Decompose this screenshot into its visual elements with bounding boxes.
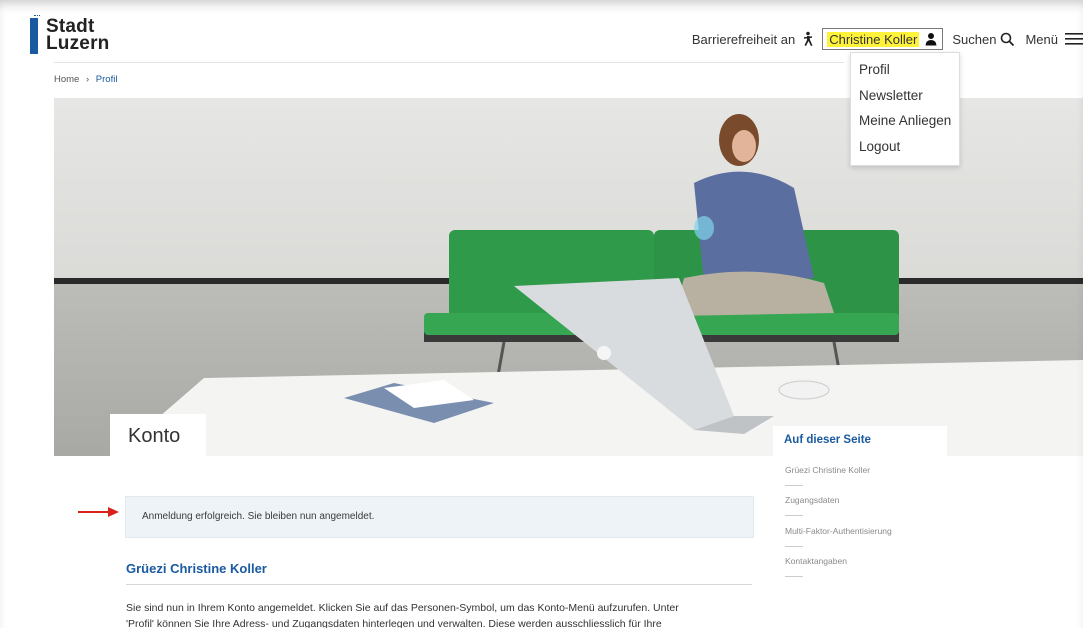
site-logo[interactable]: Stadt Luzern xyxy=(30,15,110,54)
user-menu-dropdown: Profil Newsletter Meine Anliegen Logout xyxy=(850,52,960,166)
on-this-page-separator xyxy=(785,515,803,516)
on-this-page-link-kontakt[interactable]: Kontaktangaben xyxy=(785,556,847,566)
user-name: Christine Koller xyxy=(827,31,920,47)
accessibility-toggle[interactable]: Barrierefreiheit an xyxy=(692,31,816,47)
on-this-page-separator xyxy=(785,576,803,577)
user-menu-item-newsletter[interactable]: Newsletter xyxy=(859,88,923,103)
breadcrumb-current[interactable]: Profil xyxy=(96,74,118,85)
greeting-heading: Grüezi Christine Koller xyxy=(126,561,267,576)
on-this-page-link-zugangsdaten[interactable]: Zugangsdaten xyxy=(785,495,839,505)
page-title: Konto xyxy=(128,425,181,447)
on-this-page-separator xyxy=(785,546,803,547)
on-this-page-separator xyxy=(785,485,803,486)
accessibility-label: Barrierefreiheit an xyxy=(691,31,796,47)
on-this-page-link-greeting[interactable]: Grüezi Christine Koller xyxy=(785,465,870,475)
breadcrumb-home[interactable]: Home xyxy=(54,74,79,85)
success-message-text: Anmeldung erfolgreich. Sie bleiben nun a… xyxy=(142,511,375,522)
header-toolbar: Barrierefreiheit an Christine Koller Suc… xyxy=(684,28,1083,50)
breadcrumb-separator: › xyxy=(85,74,90,85)
red-arrow-icon xyxy=(78,507,119,517)
intro-line-2: 'Profil' können Sie Ihre Adress- und Zug… xyxy=(126,618,662,628)
intro-line-1: Sie sind nun in Ihrem Konto angemeldet. … xyxy=(126,602,679,614)
intro-paragraph: Sie sind nun in Ihrem Konto angemeldet. … xyxy=(126,600,766,628)
on-this-page-heading: Auf dieser Seite xyxy=(784,434,871,446)
hamburger-icon xyxy=(1065,33,1083,45)
person-icon xyxy=(925,33,937,46)
search-icon xyxy=(1001,32,1015,46)
breadcrumb: Home › Profil xyxy=(54,74,117,85)
logo-line2: Luzern xyxy=(46,33,110,54)
success-message: Anmeldung erfolgreich. Sie bleiben nun a… xyxy=(125,496,754,538)
logo-bar xyxy=(30,15,40,54)
search-label: Suchen xyxy=(952,31,997,47)
user-menu-item-anliegen[interactable]: Meine Anliegen xyxy=(859,113,951,128)
user-menu-item-logout[interactable]: Logout xyxy=(859,139,900,154)
on-this-page-link-mfa[interactable]: Multi-Faktor-Authentisierung xyxy=(785,526,892,536)
user-account-button[interactable]: Christine Koller xyxy=(822,28,944,50)
search-button[interactable]: Suchen xyxy=(952,32,1015,47)
page: Stadt Luzern Barrierefreiheit an Christi… xyxy=(0,0,1083,628)
user-menu-item-profil[interactable]: Profil xyxy=(859,62,890,77)
greeting-divider xyxy=(126,584,752,585)
menu-label: Menü xyxy=(1025,31,1058,47)
accessibility-icon xyxy=(804,31,813,46)
menu-button[interactable]: Menü xyxy=(1025,32,1083,47)
header-divider xyxy=(54,62,844,63)
logo-text: Stadt Luzern xyxy=(46,17,110,54)
